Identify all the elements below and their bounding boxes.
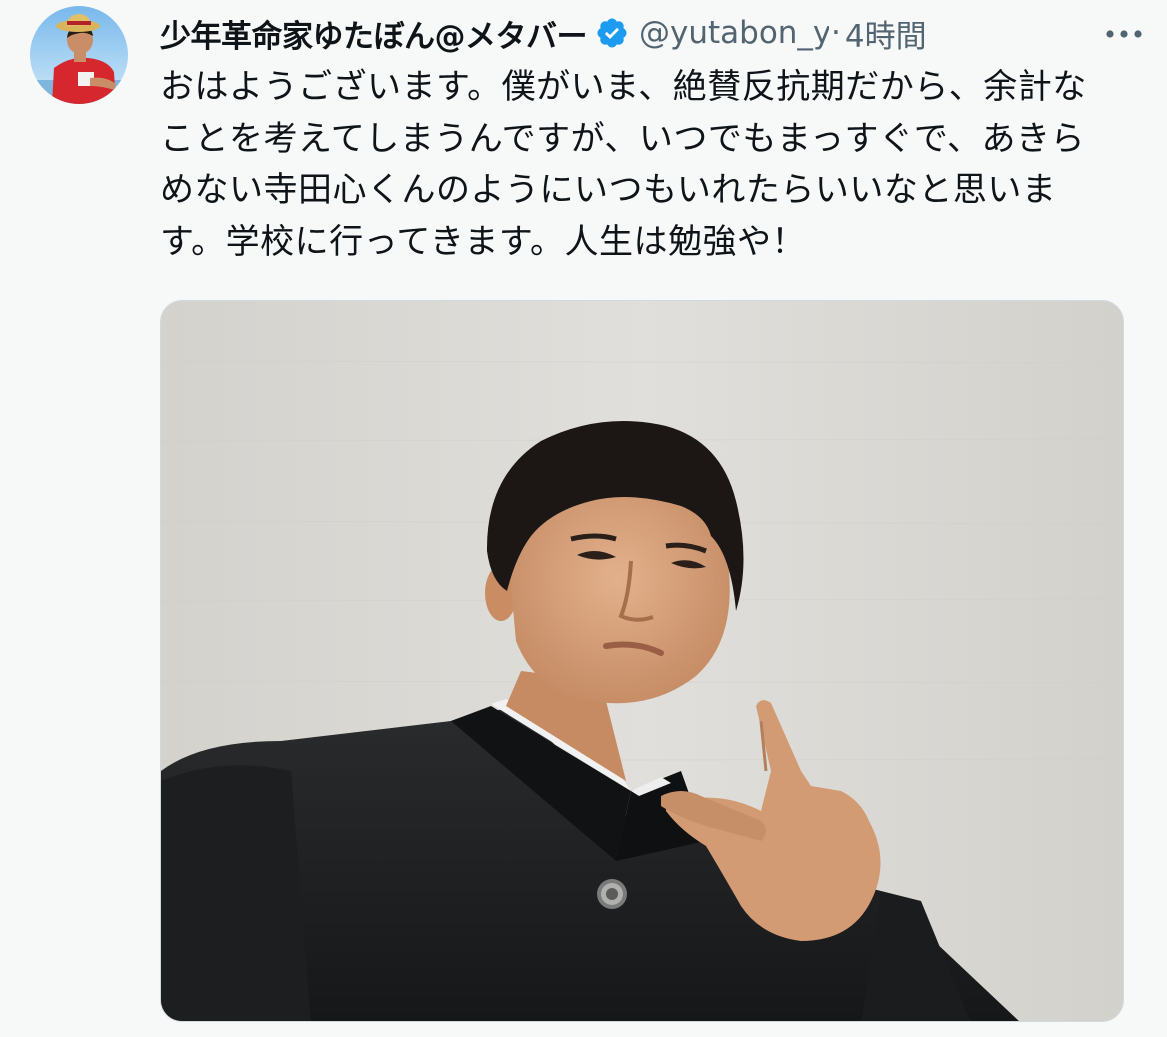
display-name[interactable]: 少年革命家ゆたぼん@メタバー xyxy=(160,11,588,56)
photo-boy-school-uniform xyxy=(161,301,1123,1021)
timestamp[interactable]: 4時間 xyxy=(845,11,927,56)
user-handle[interactable]: @yutabon_y xyxy=(639,15,829,51)
tweet-photo[interactable] xyxy=(160,300,1124,1022)
tweet[interactable]: 少年革命家ゆたぼん@メタバー @yutabon_y · 4時間 おはようございま… xyxy=(0,0,1167,1037)
tweet-header: 少年革命家ゆたぼん@メタバー @yutabon_y · 4時間 xyxy=(160,8,1147,58)
more-dots-icon[interactable] xyxy=(1101,16,1147,52)
avatar[interactable] xyxy=(30,6,128,104)
verified-badge-icon xyxy=(597,18,627,48)
tweet-text: おはようございます。僕がいま、絶賛反抗期だから、余計なことを考えてしまうんですが… xyxy=(160,67,1087,262)
header-separator: · xyxy=(831,15,841,51)
